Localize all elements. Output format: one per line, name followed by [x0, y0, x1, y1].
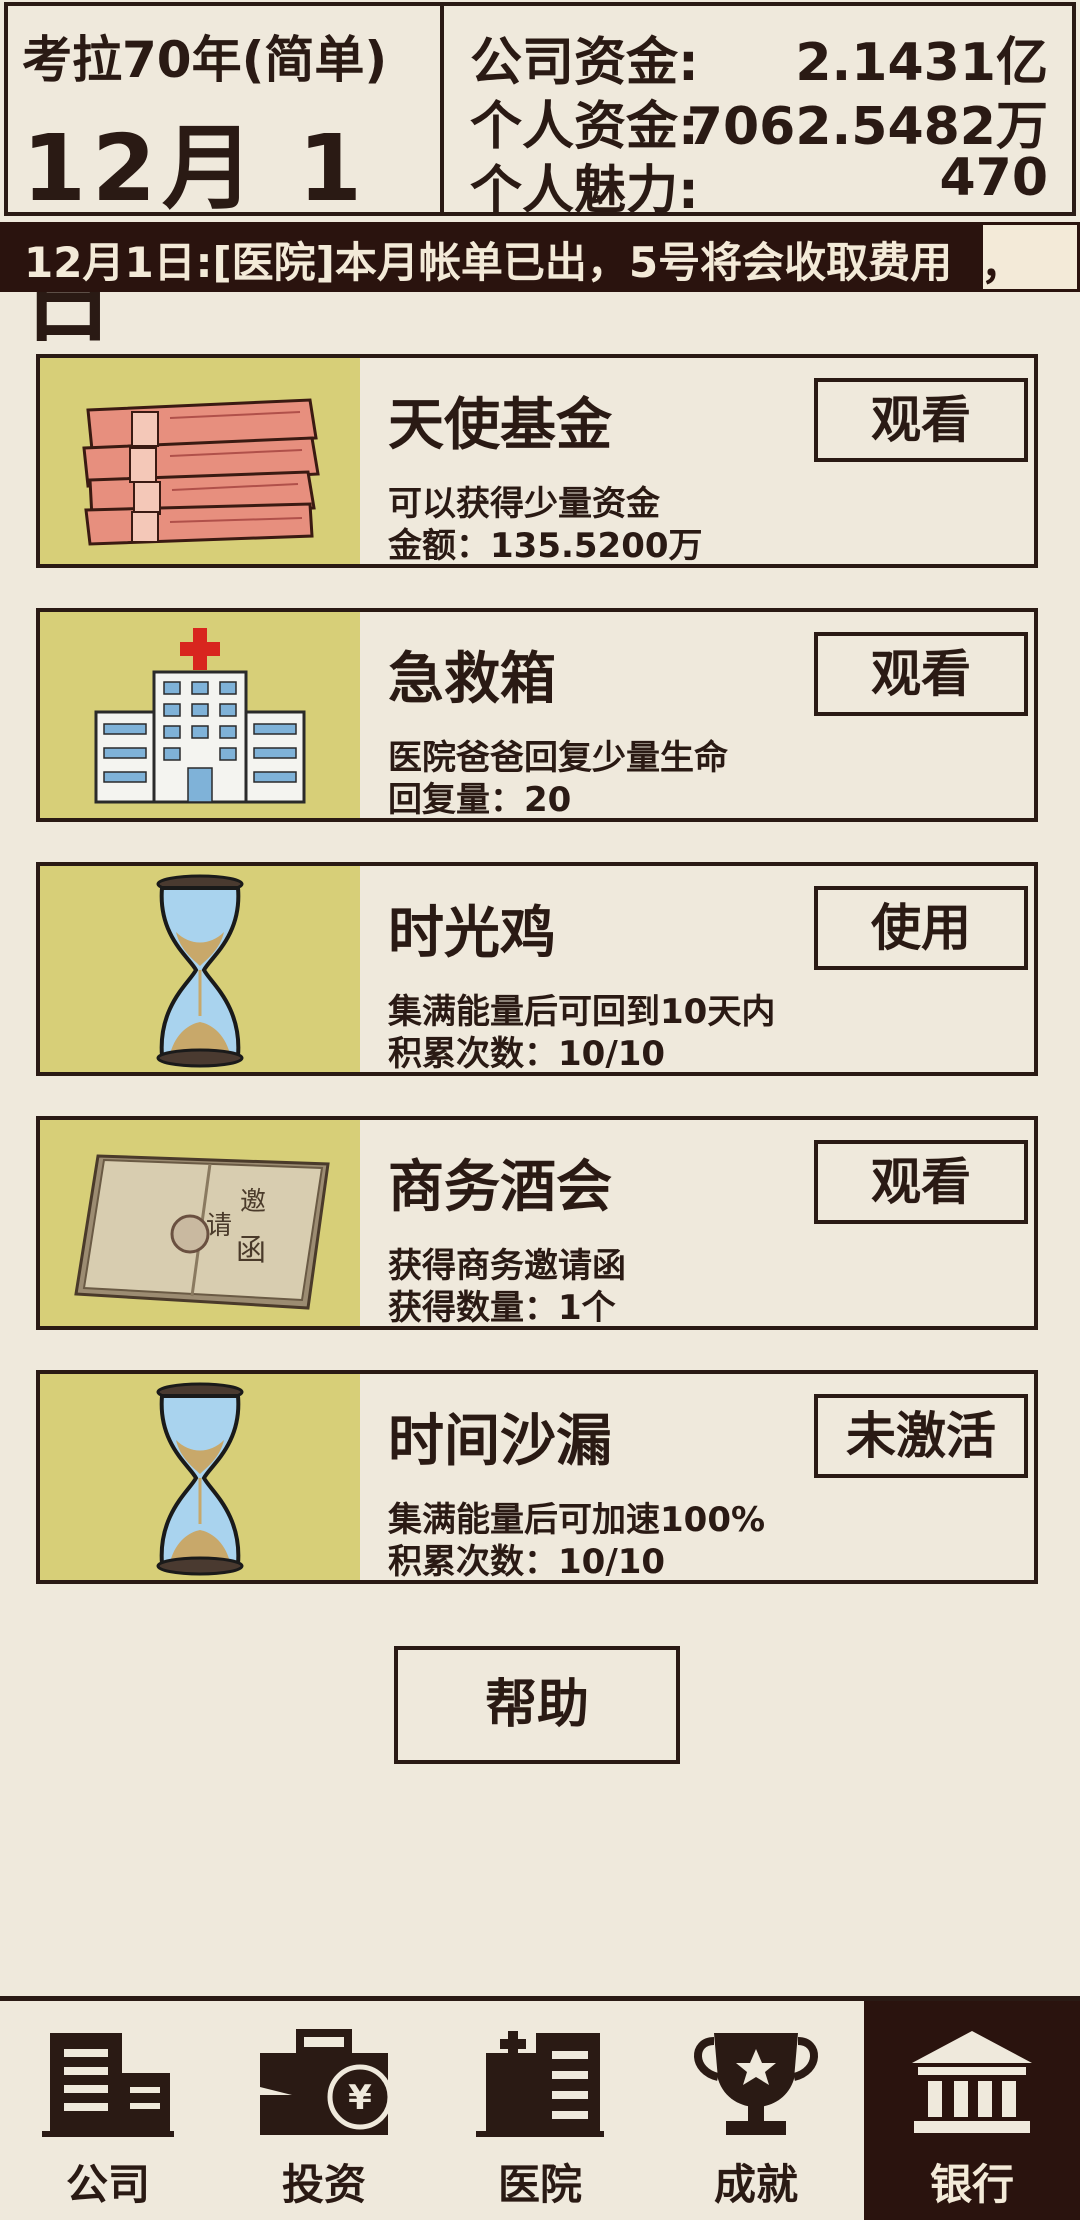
- game-title: 考拉70年(简单): [22, 31, 388, 89]
- nav-label: 公司: [65, 2160, 150, 2209]
- nav-invest[interactable]: ¥ 投资: [216, 2001, 432, 2220]
- card-title: 时光鸡: [388, 901, 556, 966]
- card-title: 天使基金: [388, 393, 612, 458]
- watch-button[interactable]: 观看: [814, 1140, 1028, 1224]
- watch-button[interactable]: 观看: [814, 378, 1028, 462]
- hospital-icon: [40, 612, 360, 818]
- nav-achievement[interactable]: 成就: [648, 2001, 864, 2220]
- help-button[interactable]: 帮助: [394, 1646, 680, 1764]
- charm-label: 个人魅力:: [470, 161, 699, 221]
- nav-label: 成就: [713, 2160, 798, 2209]
- card-title: 商务酒会: [388, 1155, 612, 1220]
- use-button[interactable]: 使用: [814, 886, 1028, 970]
- status-header: 考拉70年(简单) 12月 1 日 公司资金: 2.1431亿 个人资金: 70…: [0, 0, 1080, 355]
- hourglass-icon: [40, 866, 360, 1072]
- card-detail: 积累次数：10/10: [388, 1034, 666, 1074]
- svg-text:邀: 邀: [240, 1187, 266, 1217]
- bank-icon: [912, 2031, 1032, 2133]
- ticker-overflow: ，: [980, 222, 1080, 292]
- nav-label: 银行: [929, 2160, 1014, 2209]
- personal-funds-row: 个人资金: 7062.5482万: [470, 84, 1048, 157]
- card-detail: 积累次数：10/10: [388, 1542, 666, 1582]
- date-panel: 考拉70年(简单) 12月 1 日: [4, 2, 444, 355]
- ticker-message: 12月1日:[医院]本月帐单已出，5号将会收取费用: [24, 238, 953, 287]
- bank-card-angel-fund: 天使基金 可以获得少量资金 金额：135.5200万 观看: [36, 354, 1038, 568]
- invitation-card-icon: 邀 请 函: [40, 1120, 360, 1326]
- card-title: 急救箱: [388, 647, 556, 712]
- briefcase-yen-icon: ¥: [260, 2029, 392, 2135]
- nav-company[interactable]: 公司: [0, 2001, 216, 2220]
- ticker-overflow-char: ，: [981, 240, 1024, 289]
- svg-text:函: 函: [236, 1233, 266, 1268]
- card-detail: 金额：135.5200万: [388, 526, 703, 566]
- nav-label: 投资: [281, 2160, 366, 2209]
- watch-button[interactable]: 观看: [814, 632, 1028, 716]
- bank-card-business-party: 邀 请 函 商务酒会 获得商务邀请函 获得数量：1个 观看: [36, 1116, 1038, 1330]
- nav-hospital[interactable]: 医院: [432, 2001, 648, 2220]
- svg-text:请: 请: [206, 1211, 232, 1241]
- hospital-building-icon: [476, 2031, 604, 2137]
- nav-bank[interactable]: 银行: [864, 2001, 1080, 2220]
- inactive-button[interactable]: 未激活: [814, 1394, 1028, 1478]
- bank-card-first-aid: 急救箱 医院爸爸回复少量生命 回复量：20 观看: [36, 608, 1038, 822]
- nav-label: 医院: [497, 2160, 582, 2209]
- bank-card-time-hourglass: 时间沙漏 集满能量后可加速100% 积累次数：10/10 未激活: [36, 1370, 1038, 1584]
- charm-row: 个人魅力: 470: [470, 148, 1048, 221]
- card-detail: 回复量：20: [388, 780, 572, 820]
- card-detail: 获得数量：1个: [388, 1288, 616, 1328]
- card-title: 时间沙漏: [388, 1409, 612, 1474]
- company-funds-row: 公司资金: 2.1431亿: [470, 20, 1048, 93]
- charm-value: 470: [939, 148, 1048, 208]
- bottom-nav: 公司 ¥ 投资 医院 成就 银行: [0, 1996, 1080, 2220]
- svg-text:¥: ¥: [348, 2078, 372, 2118]
- funds-panel: 公司资金: 2.1431亿 个人资金: 7062.5482万 个人魅力: 470: [444, 2, 1076, 221]
- trophy-icon: [694, 2033, 818, 2135]
- money-stack-icon: [40, 358, 360, 564]
- bank-card-time-chicken: 时光鸡 集满能量后可回到10天内 积累次数：10/10 使用: [36, 862, 1038, 1076]
- news-ticker: 12月1日:[医院]本月帐单已出，5号将会收取费用 ，: [0, 222, 1080, 292]
- hourglass-icon: [40, 1374, 360, 1580]
- company-building-icon: [42, 2033, 174, 2137]
